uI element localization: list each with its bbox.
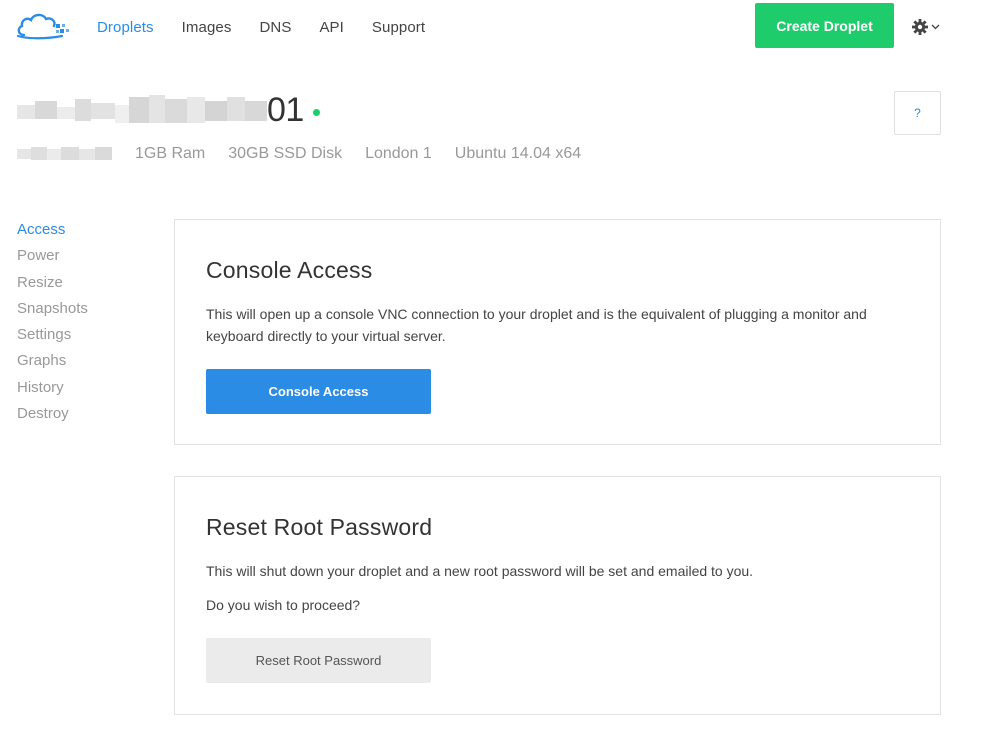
reset-confirm-question: Do you wish to proceed? [206,597,361,613]
ip-address-redacted [17,147,112,161]
sidebar-item-power[interactable]: Power [17,245,137,271]
help-button[interactable]: ? [894,91,941,135]
reset-root-password-description: This will shut down your droplet and a n… [206,563,754,579]
top-navigation-bar: Droplets Images DNS API Support Create D… [0,0,1000,54]
sidebar-item-history[interactable]: History [17,377,137,403]
sidebar-item-snapshots[interactable]: Snapshots [17,298,137,324]
nav-droplets[interactable]: Droplets [97,19,154,36]
reset-root-password-panel: Reset Root Password This will shut down … [174,476,941,715]
console-access-title: Console Access [206,257,373,283]
droplet-title: 01 [17,88,320,132]
digitalocean-cloud-logo[interactable] [16,11,70,41]
reset-root-password-title: Reset Root Password [206,514,433,540]
sidebar-item-settings[interactable]: Settings [17,324,137,350]
console-access-button[interactable]: Console Access [206,369,431,414]
nav-dns[interactable]: DNS [259,19,291,36]
gear-icon [912,19,928,35]
nav-images[interactable]: Images [182,19,232,36]
main-nav: Droplets Images DNS API Support [97,0,453,54]
console-access-panel: Console Access This will open up a conso… [174,219,941,445]
sidebar-item-graphs[interactable]: Graphs [17,350,137,376]
sidebar-item-resize[interactable]: Resize [17,272,137,298]
droplet-sidebar: Access Power Resize Snapshots Settings G… [17,219,137,429]
spec-ram: 1GB Ram [135,145,206,162]
chevron-down-icon [931,24,940,30]
droplet-specs: 1GB Ram 30GB SSD Disk London 1 Ubuntu 14… [17,143,604,165]
status-indicator [312,108,320,116]
sidebar-item-destroy[interactable]: Destroy [17,403,137,429]
droplet-name-redacted [17,93,267,127]
nav-api[interactable]: API [319,19,343,36]
reset-root-password-button[interactable]: Reset Root Password [206,638,431,683]
spec-os: Ubuntu 14.04 x64 [454,145,582,162]
spec-region: London 1 [365,145,432,162]
droplet-name-suffix: 01 [267,90,304,129]
console-access-description: This will open up a console VNC connecti… [206,306,867,344]
settings-menu[interactable] [911,17,945,37]
sidebar-item-access[interactable]: Access [17,219,137,245]
nav-support[interactable]: Support [372,19,425,36]
create-droplet-button[interactable]: Create Droplet [755,3,894,48]
spec-disk: 30GB SSD Disk [228,145,343,162]
